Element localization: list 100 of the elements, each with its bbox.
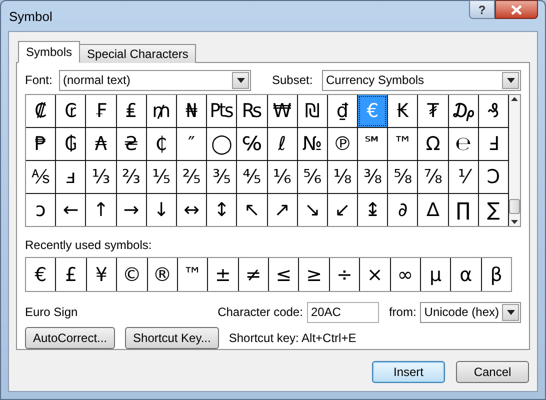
symbol-cell[interactable]: ₥ <box>146 95 176 128</box>
recent-symbol[interactable]: β <box>482 258 511 292</box>
symbol-cell[interactable]: ↑ <box>86 194 116 226</box>
symbol-cell[interactable]: ↘ <box>298 194 327 226</box>
symbol-cell[interactable]: ⅗ <box>207 161 236 194</box>
recent-symbol[interactable]: ≤ <box>269 258 298 292</box>
field-label: Font: <box>25 72 54 90</box>
recent-symbol[interactable]: ± <box>208 258 238 292</box>
symbol-cell[interactable]: ⅍ <box>26 161 56 194</box>
dialog-button[interactable]: Insert <box>372 361 445 383</box>
symbol-cell[interactable]: ⅙ <box>268 161 297 194</box>
scroll-up-icon[interactable] <box>511 97 518 102</box>
recent-symbol[interactable]: € <box>26 258 56 292</box>
symbol-cell[interactable]: ₡ <box>26 95 56 128</box>
symbol-cell[interactable]: ₲ <box>56 128 86 160</box>
symbol-cell[interactable]: ₴ <box>116 128 146 160</box>
symbol-cell[interactable]: ∑ <box>478 194 508 226</box>
scrollbar[interactable] <box>509 95 520 226</box>
symbol-cell[interactable]: ⅓ <box>86 161 116 194</box>
symbol-cell[interactable]: ₭ <box>388 95 418 128</box>
close-button[interactable] <box>495 0 538 19</box>
symbol-cell[interactable]: → <box>116 194 146 226</box>
window-title: Symbol <box>9 8 52 26</box>
caret-icon <box>506 310 514 315</box>
dropdown[interactable]: Currency Symbols <box>322 70 521 91</box>
symbol-cell[interactable]: ₣ <box>86 95 116 128</box>
symbol-cell[interactable]: ₩ <box>268 95 297 128</box>
symbol-cell[interactable]: ₵ <box>146 128 176 160</box>
tab[interactable]: Symbols <box>18 41 80 63</box>
recent-symbol[interactable]: α <box>451 258 481 292</box>
symbol-cell[interactable]: ⅜ <box>358 161 388 194</box>
symbol-cell[interactable]: ₮ <box>418 95 448 128</box>
symbol-cell[interactable]: ⅘ <box>237 161 266 194</box>
recent-symbol[interactable]: × <box>360 258 390 292</box>
scroll-thumb[interactable] <box>509 199 520 214</box>
symbol-cell[interactable]: ↕ <box>207 194 236 226</box>
dialog-button[interactable]: Cancel <box>456 361 529 383</box>
symbol-cell[interactable]: ℗ <box>328 128 358 160</box>
symbol-cell[interactable]: ℓ <box>268 128 297 160</box>
symbol-cell[interactable]: ⅎ <box>56 161 86 194</box>
recent-symbol[interactable]: ≠ <box>238 258 268 292</box>
symbol-cell[interactable]: ⅛ <box>328 161 358 194</box>
symbol-cell[interactable]: ₢ <box>56 95 86 128</box>
symbol-cell[interactable]: ↄ <box>26 194 56 226</box>
symbol-cell[interactable]: ↔ <box>176 194 206 226</box>
symbol-cell[interactable]: ← <box>56 194 86 226</box>
symbol-cell[interactable]: ℠ <box>358 128 388 160</box>
symbol-cell[interactable]: ⅝ <box>388 161 418 194</box>
symbol-cell[interactable]: ◯ <box>207 128 236 160</box>
symbol-cell[interactable]: ↗ <box>268 194 297 226</box>
symbol-cell[interactable]: ↓ <box>146 194 176 226</box>
dialog-button[interactable]: Shortcut Key... <box>125 327 219 349</box>
symbol-cell[interactable]: ⅔ <box>116 161 146 194</box>
symbol-cell[interactable]: № <box>298 128 327 160</box>
help-button[interactable]: ? <box>469 0 495 19</box>
symbol-cell[interactable]: ↖ <box>237 194 266 226</box>
recent-symbol[interactable]: £ <box>56 258 86 292</box>
symbol-cell[interactable]: ↨ <box>358 194 388 226</box>
symbol-cell[interactable]: Ↄ <box>478 161 508 194</box>
dropdown[interactable]: Unicode (hex) <box>420 302 521 323</box>
recent-symbol[interactable]: ¥ <box>86 258 116 292</box>
symbol-cell[interactable]: Ω <box>418 128 448 160</box>
symbol-cell[interactable]: ₯ <box>448 95 478 128</box>
recent-symbol[interactable]: ÷ <box>330 258 360 292</box>
symbol-cell[interactable]: ⅟ <box>448 161 478 194</box>
symbol-cell[interactable]: ₫ <box>328 95 358 128</box>
symbol-cell[interactable]: ℮ <box>448 128 478 160</box>
symbol-cell[interactable]: ⅕ <box>146 161 176 194</box>
symbol-cell[interactable]: ₪ <box>298 95 327 128</box>
scroll-down-icon[interactable] <box>511 220 518 224</box>
recent-symbol[interactable]: © <box>117 258 146 292</box>
symbol-cell[interactable]: ″ <box>176 128 206 160</box>
symbol-cell[interactable]: Ⅎ <box>478 128 508 160</box>
symbol-cell[interactable]: ⅚ <box>298 161 327 194</box>
dropdown[interactable]: (normal text) <box>59 70 251 91</box>
caret-icon <box>236 78 244 83</box>
recent-symbol[interactable]: ∞ <box>390 258 420 292</box>
symbol-cell[interactable]: ∂ <box>388 194 418 226</box>
symbol-cell[interactable]: ₤ <box>116 95 146 128</box>
dialog-button[interactable]: AutoCorrect... <box>25 327 116 349</box>
symbol-cell[interactable]: ℅ <box>237 128 266 160</box>
symbol-cell[interactable]: ₰ <box>478 95 508 128</box>
symbol-cell[interactable]: ₧ <box>207 95 236 128</box>
recent-symbol[interactable]: ™ <box>178 258 208 292</box>
recent-symbol[interactable]: ® <box>148 258 177 292</box>
symbol-cell[interactable]: ™ <box>388 128 418 160</box>
tab[interactable]: Special Characters <box>80 44 196 63</box>
symbol-cell[interactable]: ↙ <box>328 194 358 226</box>
symbol-cell[interactable]: ₱ <box>26 128 56 160</box>
symbol-cell[interactable]: ₨ <box>237 95 266 128</box>
symbol-cell[interactable]: ₦ <box>176 95 206 128</box>
symbol-cell[interactable]: ⅖ <box>176 161 206 194</box>
close-icon <box>511 4 522 14</box>
symbol-cell[interactable]: ∆ <box>418 194 448 226</box>
character-code-field[interactable]: 20AC <box>306 302 379 323</box>
recent-symbol[interactable]: ≥ <box>299 258 329 292</box>
recent-symbol[interactable]: µ <box>420 258 450 292</box>
symbol-cell[interactable]: ∏ <box>448 194 478 226</box>
symbol-cell[interactable]: ₳ <box>86 128 116 160</box>
symbol-cell[interactable]: ⅞ <box>418 161 448 194</box>
